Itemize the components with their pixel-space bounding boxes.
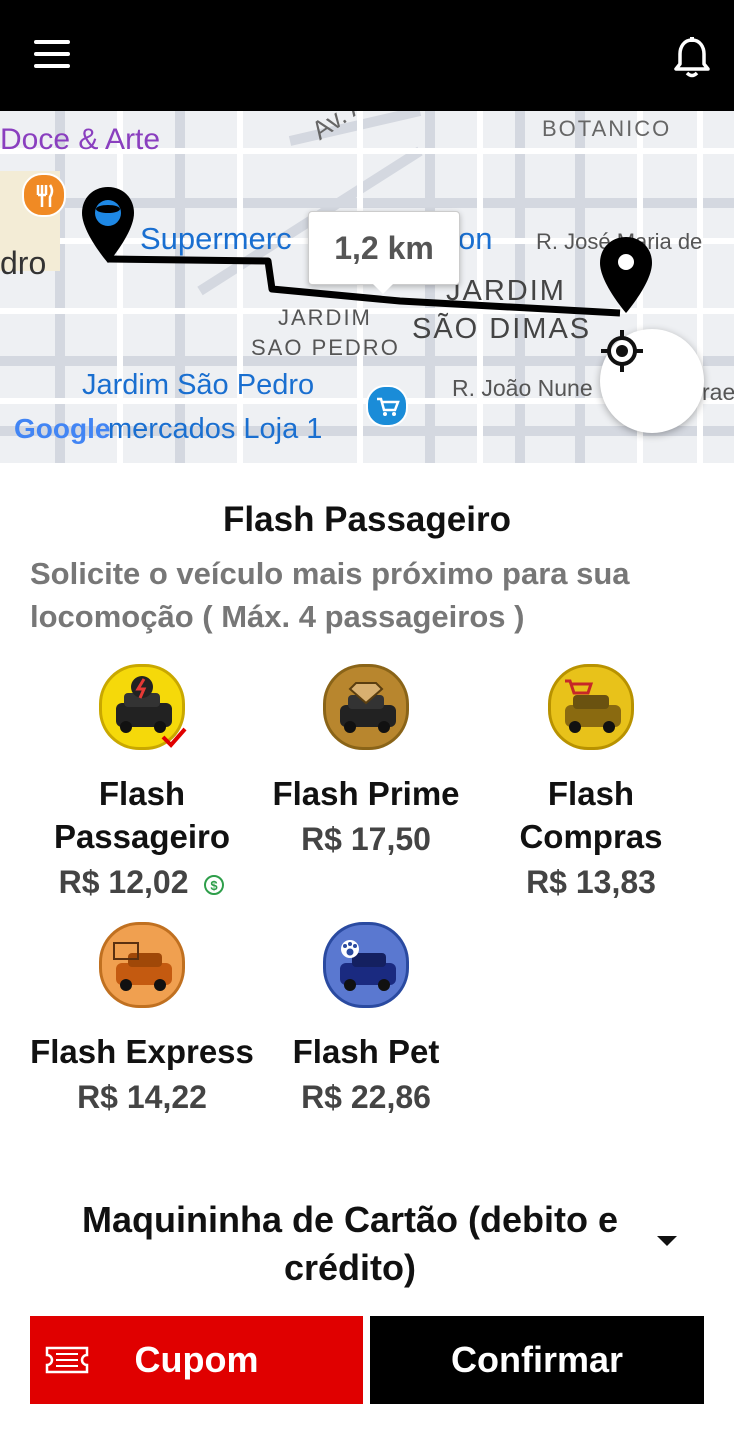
google-logo: Google bbox=[14, 413, 111, 444]
vehicle-name: Flash Passageiro bbox=[53, 775, 231, 855]
vehicle-price: R$ 14,22 bbox=[77, 1079, 207, 1115]
diamond-car-icon bbox=[323, 664, 409, 750]
vehicle-option-flash-pet[interactable]: Flash Pet R$ 22,86 bbox=[254, 922, 478, 1116]
lightning-car-icon bbox=[99, 664, 187, 750]
ticket-icon bbox=[45, 1346, 89, 1374]
confirm-button[interactable]: Confirmar bbox=[370, 1316, 704, 1404]
chevron-down-icon[interactable] bbox=[657, 1236, 677, 1246]
route-map[interactable]: Doce & Arte Av. Ange BOTANICO dro Superm… bbox=[0, 111, 734, 463]
my-location-icon bbox=[601, 330, 643, 372]
paw-car-icon bbox=[323, 922, 409, 1008]
service-description: Solicite o veículo mais próximo para sua… bbox=[30, 556, 630, 634]
map-poi-label: Supermerc bbox=[140, 221, 292, 256]
vehicle-name: Flash Pet bbox=[292, 1033, 440, 1070]
map-district-label: JARDIM bbox=[446, 275, 566, 307]
map-street-label: R. João Nune bbox=[452, 375, 593, 401]
vehicle-price: R$ 17,50 bbox=[301, 821, 431, 857]
map-poi-label: mercados Loja 1 bbox=[108, 413, 323, 445]
map-district-label: JARDIM bbox=[278, 305, 372, 330]
package-car-icon bbox=[99, 922, 185, 1008]
svg-text:$: $ bbox=[211, 878, 219, 893]
coupon-label: Cupom bbox=[134, 1339, 259, 1380]
map-poi-label: on bbox=[458, 221, 493, 256]
payment-method-select[interactable]: Maquininha de Cartão (debito e crédito) bbox=[40, 1196, 660, 1292]
vehicle-option-flash-express[interactable]: Flash Express R$ 14,22 bbox=[30, 922, 254, 1116]
map-district-label: SAO PEDRO bbox=[251, 335, 400, 360]
map-label: Doce & Arte bbox=[0, 123, 161, 156]
destination-pin-icon bbox=[598, 235, 654, 315]
vehicle-name: Flash Compras bbox=[519, 775, 663, 855]
distance-badge: 1,2 km bbox=[308, 211, 460, 294]
bell-icon[interactable] bbox=[672, 36, 712, 80]
my-location-button[interactable] bbox=[600, 329, 704, 433]
vehicle-option-flash-compras[interactable]: Flash Compras R$ 13,83 bbox=[479, 664, 703, 901]
coupon-button[interactable]: Cupom bbox=[30, 1316, 363, 1404]
shopping-cart-poi-icon bbox=[366, 385, 408, 427]
map-poi-label: Jardim São Pedro bbox=[82, 369, 315, 401]
shopping-cart-car-icon bbox=[548, 664, 634, 750]
vehicle-price: R$ 12,02 $ bbox=[30, 864, 254, 901]
map-district-label: SÃO DIMAS bbox=[412, 313, 592, 345]
hamburger-menu-icon[interactable] bbox=[30, 40, 74, 76]
vehicle-option-flash-prime[interactable]: Flash Prime R$ 17,50 bbox=[254, 664, 478, 858]
service-title: Flash Passageiro bbox=[223, 500, 511, 539]
map-street-label: rae bbox=[702, 379, 734, 405]
top-app-bar bbox=[0, 0, 734, 111]
vehicle-price: R$ 22,86 bbox=[301, 1079, 431, 1115]
confirm-label: Confirmar bbox=[450, 1339, 624, 1380]
vehicle-option-flash-passageiro[interactable]: Flash Passageiro R$ 12,02 $ bbox=[30, 664, 254, 901]
price-dynamic-icon: $ bbox=[204, 874, 225, 895]
vehicle-name: Flash Express bbox=[30, 1033, 254, 1070]
vehicle-price: R$ 13,83 bbox=[526, 864, 656, 900]
map-district-label: BOTANICO bbox=[542, 116, 672, 141]
origin-pin-icon bbox=[80, 185, 136, 265]
vehicle-name: Flash Prime bbox=[272, 775, 460, 812]
restaurant-icon bbox=[22, 173, 66, 217]
selected-check-icon bbox=[161, 727, 187, 748]
map-label: dro bbox=[0, 245, 47, 281]
